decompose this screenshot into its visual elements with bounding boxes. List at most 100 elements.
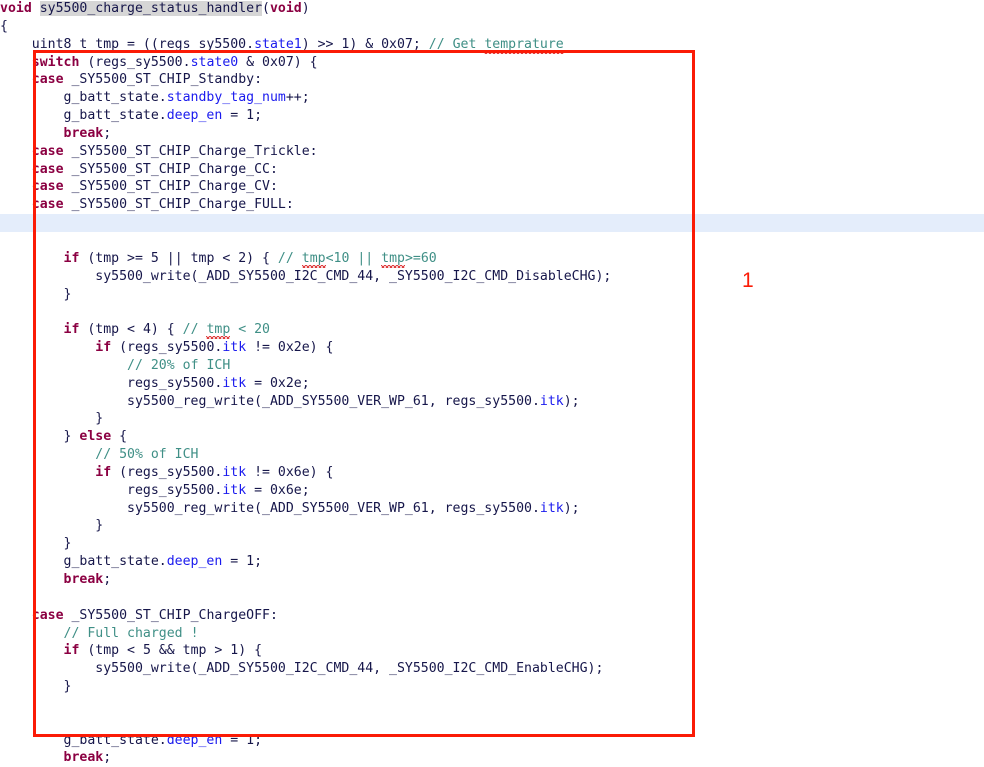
code-token: { bbox=[111, 429, 128, 445]
code-token: g_batt_state. bbox=[0, 108, 167, 124]
code-token: break bbox=[63, 125, 104, 141]
code-line[interactable]: } bbox=[0, 410, 984, 428]
code-token: >=60 bbox=[404, 250, 437, 266]
code-token: (tmp < 5 && tmp > 1) { bbox=[79, 643, 263, 659]
code-token: g_batt_state. bbox=[0, 90, 167, 106]
code-line[interactable]: if (tmp < 4) { // tmp < 20 bbox=[0, 321, 984, 339]
code-token: itk bbox=[539, 393, 564, 409]
code-line[interactable]: // Full charged ! bbox=[0, 625, 984, 643]
code-token: if bbox=[63, 643, 80, 659]
code-line[interactable]: // 50% of ICH bbox=[0, 446, 984, 464]
code-line[interactable]: sy5500_reg_write(_ADD_SY5500_VER_WP_61, … bbox=[0, 500, 984, 518]
code-token: // 20% of ICH bbox=[127, 357, 231, 373]
code-line[interactable] bbox=[0, 696, 984, 714]
code-line[interactable]: if (regs_sy5500.itk != 0x2e) { bbox=[0, 339, 984, 357]
code-line[interactable]: case _SY5500_ST_CHIP_Charge_FULL: bbox=[0, 196, 984, 214]
code-line[interactable]: g_batt_state.deep_en = 1; bbox=[0, 553, 984, 571]
code-token: deep_en bbox=[166, 554, 223, 570]
code-line[interactable]: regs_sy5500.itk = 0x2e; bbox=[0, 375, 984, 393]
code-line[interactable]: g_batt_state.deep_en = 1; bbox=[0, 732, 984, 750]
code-token: // bbox=[277, 250, 302, 266]
code-line[interactable] bbox=[0, 714, 984, 732]
code-line[interactable]: if (tmp >= 5 || tmp < 2) { // tmp<10 || … bbox=[0, 250, 984, 268]
code-token: g_batt_state. bbox=[0, 554, 167, 570]
code-line[interactable] bbox=[0, 303, 984, 321]
code-token: { bbox=[0, 18, 8, 34]
code-line[interactable]: g_batt_state.standby_tag_num++; bbox=[0, 89, 984, 107]
code-token: ); bbox=[563, 393, 580, 409]
code-token: tmp bbox=[301, 250, 326, 266]
annotation-number-1: 1 bbox=[742, 269, 754, 292]
code-token: (tmp >= 5 || tmp < 2) { bbox=[79, 250, 278, 266]
code-token: // bbox=[182, 322, 207, 338]
code-line[interactable]: sy5500_write(_ADD_SY5500_I2C_CMD_44, _SY… bbox=[0, 660, 984, 678]
code-line[interactable]: sy5500_write(_ADD_SY5500_I2C_CMD_44, _SY… bbox=[0, 268, 984, 286]
code-token: = 1; bbox=[222, 732, 263, 748]
code-token: case bbox=[31, 197, 64, 213]
code-token: != 0x6e) { bbox=[246, 464, 334, 480]
code-line[interactable] bbox=[0, 232, 984, 250]
code-token: ( bbox=[262, 1, 270, 16]
code-line[interactable]: if (tmp < 5 && tmp > 1) { bbox=[0, 642, 984, 660]
code-token: ) >> 1) & 0x07; bbox=[301, 36, 429, 52]
code-line[interactable]: } bbox=[0, 517, 984, 535]
code-line[interactable]: sy5500_reg_write(_ADD_SY5500_VER_WP_61, … bbox=[0, 393, 984, 411]
code-line[interactable] bbox=[0, 214, 984, 232]
code-token: if bbox=[95, 340, 112, 356]
code-token: case bbox=[31, 72, 64, 88]
code-token: case bbox=[31, 607, 64, 623]
code-line[interactable]: { bbox=[0, 18, 984, 36]
code-token: switch bbox=[31, 54, 80, 70]
code-token: _SY5500_ST_CHIP_ChargeOFF: bbox=[63, 607, 278, 623]
code-token: } bbox=[0, 518, 104, 534]
code-line[interactable]: } bbox=[0, 286, 984, 304]
code-token: // 50% of ICH bbox=[95, 447, 199, 463]
code-line[interactable] bbox=[0, 589, 984, 607]
code-token: } bbox=[0, 286, 72, 302]
code-token: (tmp < 4) { bbox=[79, 322, 183, 338]
code-token: < 20 bbox=[230, 322, 270, 338]
code-token: deep_en bbox=[166, 108, 223, 124]
code-token: standby_tag_num bbox=[166, 90, 286, 106]
code-line[interactable]: regs_sy5500.itk = 0x6e; bbox=[0, 482, 984, 500]
code-line[interactable]: case _SY5500_ST_CHIP_Standby: bbox=[0, 71, 984, 89]
code-line[interactable]: } else { bbox=[0, 428, 984, 446]
code-line[interactable]: switch (regs_sy5500.state0 & 0x07) { bbox=[0, 54, 984, 72]
code-line[interactable]: break; bbox=[0, 125, 984, 143]
code-line[interactable]: case _SY5500_ST_CHIP_Charge_CV: bbox=[0, 178, 984, 196]
code-token: } bbox=[0, 536, 72, 552]
code-line[interactable]: if (regs_sy5500.itk != 0x6e) { bbox=[0, 464, 984, 482]
code-line[interactable]: case _SY5500_ST_CHIP_ChargeOFF: bbox=[0, 607, 984, 625]
code-line[interactable]: break; bbox=[0, 749, 984, 767]
code-line[interactable]: break; bbox=[0, 571, 984, 589]
code-line[interactable]: } bbox=[0, 678, 984, 696]
code-token: state1 bbox=[254, 36, 302, 52]
code-token: case bbox=[31, 179, 64, 195]
code-token: _SY5500_ST_CHIP_Charge_FULL: bbox=[63, 197, 294, 213]
code-token: = 0x6e; bbox=[246, 482, 310, 498]
code-token: deep_en bbox=[166, 732, 223, 748]
code-line[interactable]: } bbox=[0, 535, 984, 553]
code-line[interactable]: case _SY5500_ST_CHIP_Charge_CC: bbox=[0, 161, 984, 179]
code-token: break bbox=[63, 750, 104, 766]
code-token: = 0x2e; bbox=[246, 375, 310, 391]
code-token: break bbox=[63, 572, 104, 587]
code-editor[interactable]: void sy5500_charge_status_handler(void){… bbox=[0, 0, 984, 765]
code-token: itk bbox=[222, 340, 247, 356]
code-line[interactable]: uint8_t tmp = ((regs_sy5500.state1) >> 1… bbox=[0, 36, 984, 54]
code-token: if bbox=[63, 250, 80, 266]
code-line[interactable]: // 20% of ICH bbox=[0, 357, 984, 375]
code-token: state0 bbox=[190, 54, 239, 70]
code-line[interactable]: g_batt_state.deep_en = 1; bbox=[0, 107, 984, 125]
code-line[interactable]: case _SY5500_ST_CHIP_Charge_Trickle: bbox=[0, 143, 984, 161]
code-line[interactable]: void sy5500_charge_status_handler(void) bbox=[0, 0, 984, 18]
code-token: ); bbox=[563, 500, 580, 516]
